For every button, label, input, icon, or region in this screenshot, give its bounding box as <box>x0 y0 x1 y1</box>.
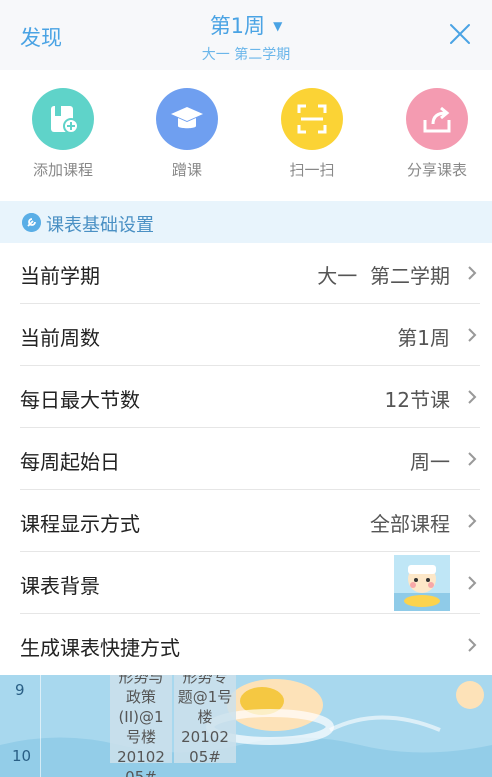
setting-value: 第1周 <box>397 326 450 350</box>
chevron-right-icon <box>468 452 477 466</box>
setting-label: 课表背景 <box>20 574 100 598</box>
period-number: 10 <box>12 747 32 765</box>
setting-label: 当前周数 <box>20 326 100 350</box>
divider <box>20 551 480 552</box>
wrench-icon <box>22 213 41 232</box>
setting-label: 每日最大节数 <box>20 388 140 412</box>
setting-label: 课程显示方式 <box>20 512 140 536</box>
scan-icon <box>281 88 343 150</box>
quick-actions: 添加课程 蹭课 扫一扫 分享课表 <box>0 70 492 194</box>
add-course-button[interactable]: 添加课程 <box>13 88 113 180</box>
course-card[interactable]: 形势与 政策 (II)@1 号楼 20102 05# <box>110 675 172 777</box>
week-label: 第1周 <box>209 14 266 38</box>
setting-label: 生成课表快捷方式 <box>20 636 180 660</box>
setting-row-max-periods[interactable]: 每日最大节数 12节课 <box>0 367 492 428</box>
share-timetable-button[interactable]: 分享课表 <box>387 88 487 180</box>
caret-down-icon: ▼ <box>273 19 283 33</box>
course-card[interactable]: 形势专 题@1号 楼 20102 05# <box>174 675 236 766</box>
setting-value: 全部课程 <box>370 512 450 536</box>
add-course-icon <box>32 88 94 150</box>
audit-course-label: 蹭课 <box>171 161 202 179</box>
chevron-right-icon <box>468 514 477 528</box>
divider <box>20 613 480 614</box>
chevron-right-icon <box>468 390 477 404</box>
week-selector[interactable]: 第1周 ▼ <box>0 10 492 40</box>
setting-value: 周一 <box>410 450 450 474</box>
setting-row-create-shortcut[interactable]: 生成课表快捷方式 <box>0 615 492 676</box>
share-icon <box>406 88 468 150</box>
setting-row-background[interactable]: 课表背景 <box>0 553 492 614</box>
graduation-cap-icon <box>156 88 218 150</box>
chevron-right-icon <box>468 266 477 280</box>
divider <box>20 489 480 490</box>
top-bar: 发现 第1周 ▼ 大一 第二学期 <box>0 0 492 71</box>
setting-row-current-week[interactable]: 当前周数 第1周 <box>0 305 492 366</box>
scan-label: 扫一扫 <box>289 161 335 179</box>
divider <box>20 427 480 428</box>
close-icon[interactable] <box>448 22 472 46</box>
section-header: 课表基础设置 <box>0 201 492 243</box>
chevron-right-icon <box>468 328 477 342</box>
setting-row-current-term[interactable]: 当前学期 大一 第二学期 <box>0 243 492 304</box>
setting-value: 大一 第二学期 <box>317 264 450 288</box>
setting-value: 12节课 <box>384 388 450 412</box>
divider <box>20 303 480 304</box>
scan-button[interactable]: 扫一扫 <box>262 88 362 180</box>
section-title: 课表基础设置 <box>46 215 154 236</box>
beach-illustration <box>0 679 492 777</box>
divider <box>20 365 480 366</box>
chevron-right-icon <box>468 576 477 590</box>
setting-row-display-mode[interactable]: 课程显示方式 全部课程 <box>0 491 492 552</box>
setting-label: 每周起始日 <box>20 450 120 474</box>
setting-label: 当前学期 <box>20 264 100 288</box>
setting-row-week-start[interactable]: 每周起始日 周一 <box>0 429 492 490</box>
chevron-right-icon <box>468 638 477 652</box>
grid-line <box>40 675 41 777</box>
term-label: 大一 第二学期 <box>201 47 291 63</box>
share-timetable-label: 分享课表 <box>406 161 467 179</box>
background-thumbnail <box>394 555 450 611</box>
period-number: 9 <box>15 681 25 699</box>
add-course-label: 添加课程 <box>32 161 93 179</box>
audit-course-button[interactable]: 蹭课 <box>137 88 237 180</box>
timetable-background: 9 10 形势与 政策 (II)@1 号楼 20102 05# 形势专 题@1号… <box>0 675 492 777</box>
